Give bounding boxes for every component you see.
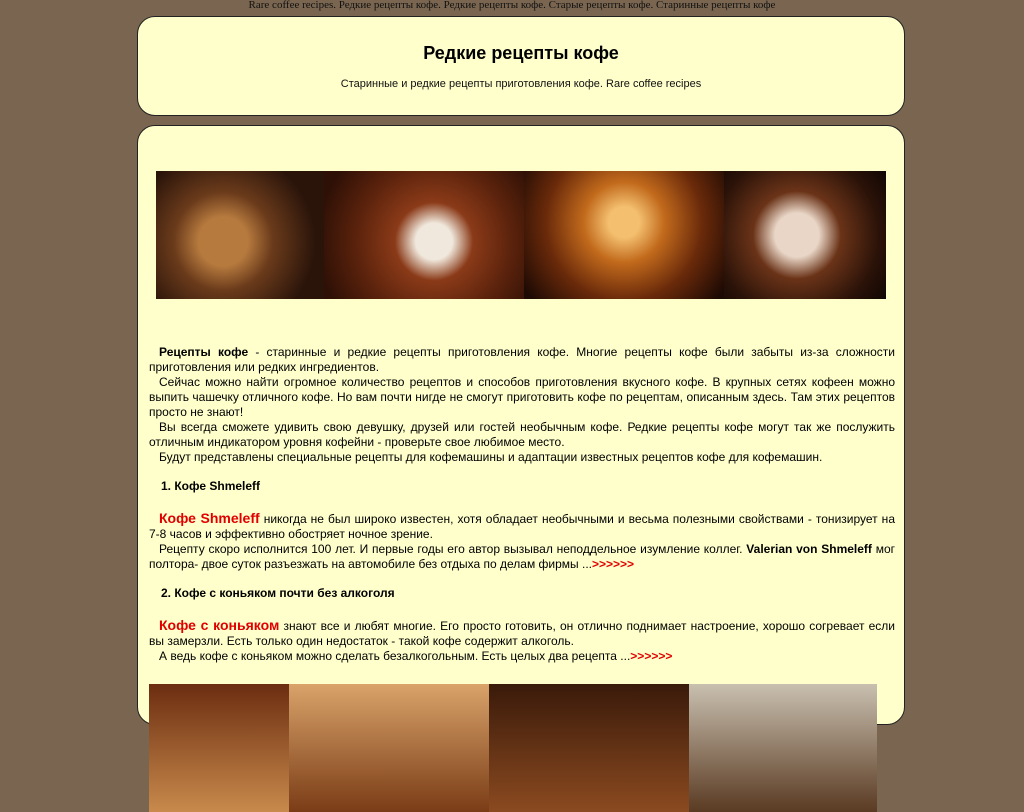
coffee-pouring-photo	[524, 171, 724, 299]
intro-paragraph: Рецепты кофе - старинные и редкие рецепт…	[149, 345, 895, 375]
intro-paragraph-4: Будут представлены специальные рецепты д…	[159, 450, 823, 464]
recipe-number: 2.	[161, 586, 172, 600]
author-name: Valerian von Shmeleff	[746, 542, 872, 556]
coffee-banner	[156, 171, 886, 299]
coffee-beans-sack-photo	[156, 171, 324, 299]
recipe-2-paragraph-2: А ведь кофе с коньяком можно сделать без…	[149, 649, 895, 664]
recipe-heading-2: 2. Кофе с коньяком почти без алкоголя	[149, 586, 895, 601]
coffee-photo	[689, 684, 877, 812]
intro-paragraph-2: Сейчас можно найти огромное количество р…	[149, 375, 895, 419]
intro-paragraph-3: Вы всегда сможете удивить свою девушку, …	[149, 420, 895, 449]
article-body: Рецепты кофе - старинные и редкие рецепт…	[149, 345, 895, 664]
read-more-link-1[interactable]: >>>>>>	[592, 557, 634, 571]
recipe-2-link[interactable]: Кофе с коньяком	[159, 617, 279, 633]
recipe-2-paragraph: Кофе с коньяком знают все и любят многие…	[149, 618, 895, 649]
site-title: Редкие рецепты кофе	[423, 43, 619, 63]
recipe-1-text: никогда не был широко известен, хотя обл…	[149, 512, 895, 541]
intro-lead: Рецепты кофе	[159, 345, 249, 359]
coffee-cup-beans-photo	[324, 171, 524, 299]
recipe-title: Кофе с коньяком почти без алкоголя	[174, 586, 395, 600]
coffee-photo	[149, 684, 289, 812]
recipe-number: 1.	[161, 479, 172, 493]
read-more-link-2[interactable]: >>>>>>	[630, 649, 672, 663]
recipe-heading-1: 1. Кофе Shmeleff	[149, 479, 895, 494]
recipe-1-link[interactable]: Кофе Shmeleff	[159, 510, 260, 526]
site-subtitle: Старинные и редкие рецепты приготовления…	[340, 78, 702, 90]
coffee-photo	[289, 684, 489, 812]
main-content: Рецепты кофе - старинные и редкие рецепт…	[137, 125, 905, 812]
coffee-photo	[489, 684, 689, 812]
intro-text: - старинные и редкие рецепты приготовлен…	[149, 345, 895, 374]
recipe-2-text-2: А ведь кофе с коньяком можно сделать без…	[159, 649, 631, 663]
recipe-title: Кофе Shmeleff	[174, 479, 261, 493]
site-header: Редкие рецепты кофе Старинные и редкие р…	[137, 16, 905, 116]
bottom-coffee-banner	[149, 684, 877, 812]
coffee-cup-dark-photo	[724, 171, 886, 299]
recipe-1-paragraph: Кофе Shmeleff никогда не был широко изве…	[149, 511, 895, 542]
top-banner-text: Rare coffee recipes. Редкие рецепты кофе…	[248, 0, 776, 11]
recipe-1-paragraph-2: Рецепту скоро исполнится 100 лет. И перв…	[149, 542, 895, 572]
recipe-1-text-2: Рецепту скоро исполнится 100 лет. И перв…	[159, 542, 747, 556]
